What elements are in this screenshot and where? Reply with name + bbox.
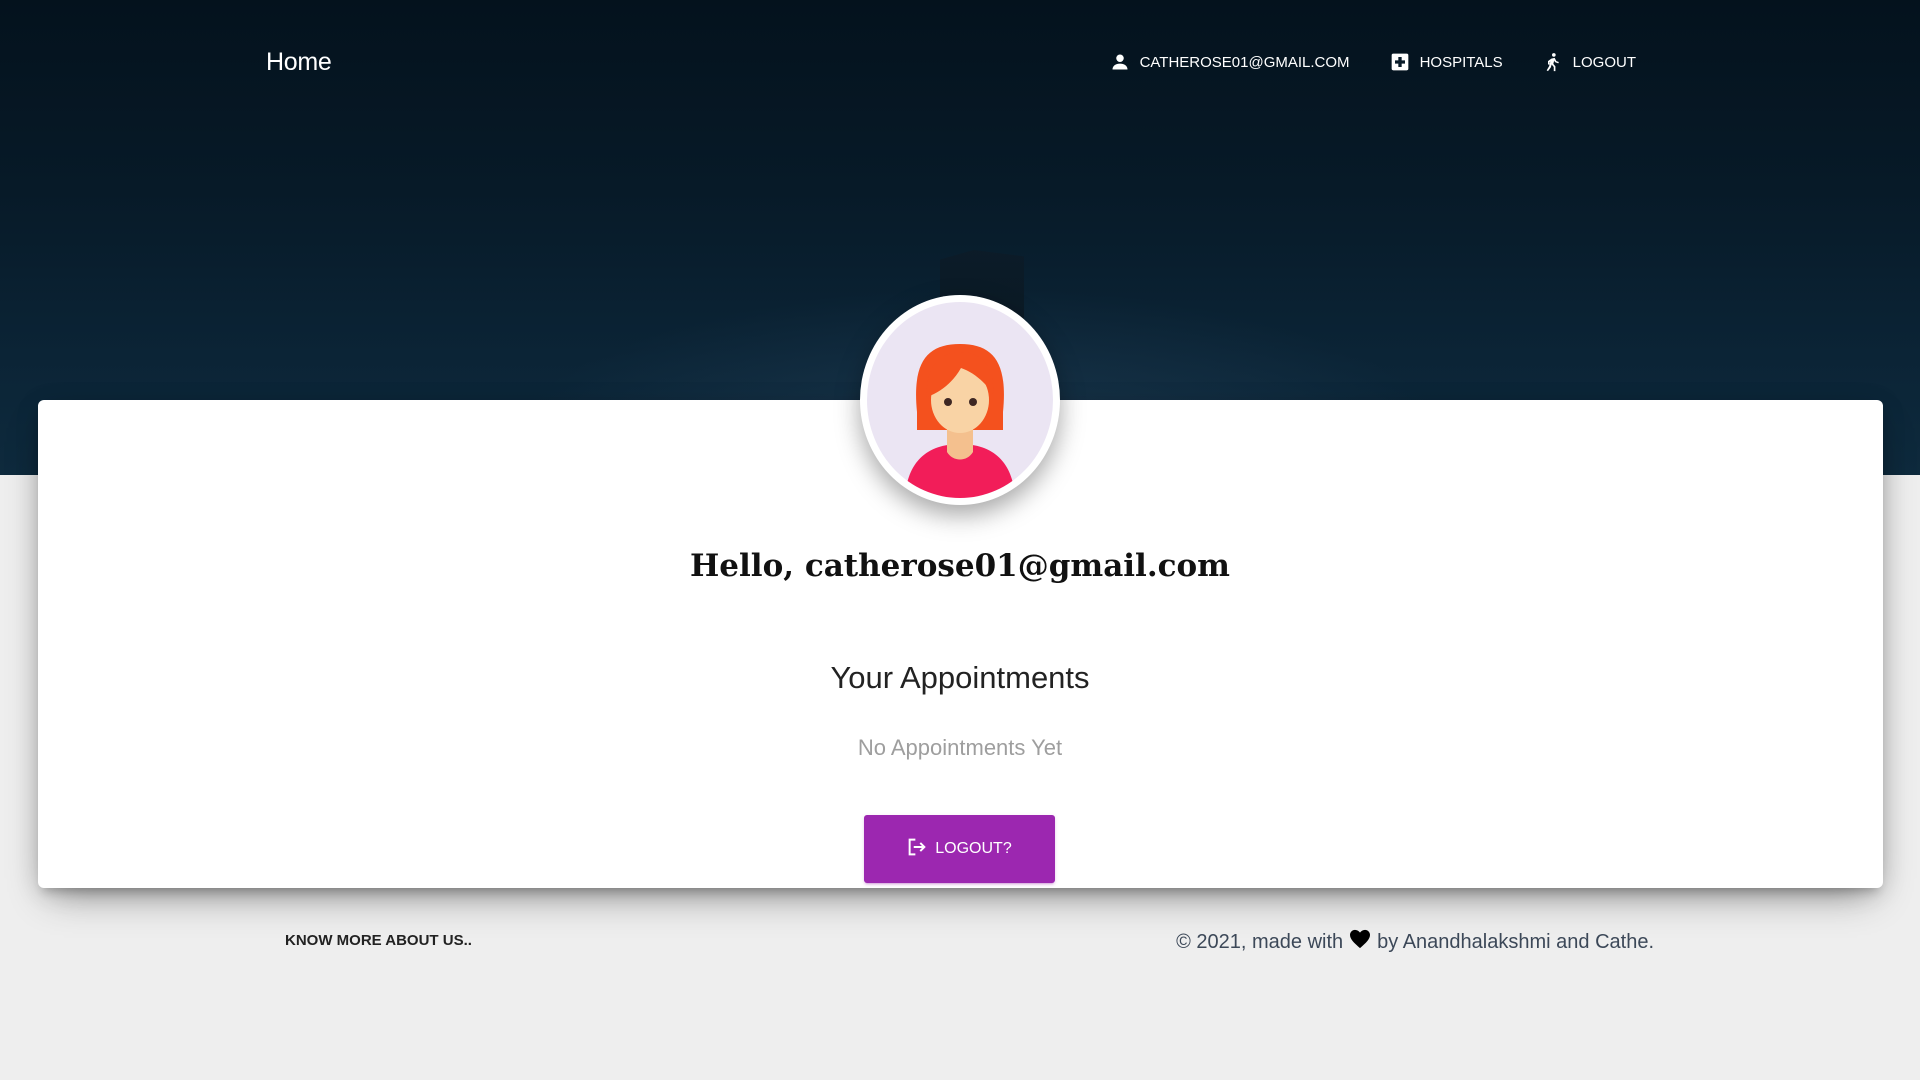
person-icon <box>1110 52 1130 72</box>
female-avatar-icon <box>867 302 1053 498</box>
nav-item-profile[interactable]: CATHEROSE01@GMAIL.COM <box>1110 52 1350 72</box>
appointments-title: Your Appointments <box>830 660 1090 695</box>
know-more-link[interactable]: KNOW MORE ABOUT US.. <box>285 932 472 949</box>
walking-person-icon <box>1543 50 1563 74</box>
nav-item-profile-label: CATHEROSE01@GMAIL.COM <box>1139 53 1350 71</box>
exit-icon <box>907 838 927 861</box>
top-navbar: Home CATHEROSE01@GMAIL.COM HOSPITALS LOG… <box>0 0 1920 124</box>
nav-links: CATHEROSE01@GMAIL.COM HOSPITALS LOGOUT <box>1110 50 1636 74</box>
hospital-plus-icon <box>1390 52 1410 72</box>
avatar <box>860 295 1060 505</box>
heart-icon <box>1349 929 1371 955</box>
logout-button[interactable]: LOGOUT? <box>864 815 1055 883</box>
nav-item-hospitals-label: HOSPITALS <box>1419 53 1503 71</box>
copyright-suffix: by Anandhalakshmi and Cathe. <box>1377 930 1654 953</box>
nav-item-logout-label: LOGOUT <box>1572 53 1636 71</box>
footer-copyright: © 2021, made with by Anandhalakshmi and … <box>1176 929 1654 955</box>
nav-item-hospitals[interactable]: HOSPITALS <box>1390 52 1503 72</box>
nav-home-link[interactable]: Home <box>266 48 332 77</box>
copyright-prefix: © 2021, made with <box>1176 930 1344 953</box>
greeting-heading: Hello, catherose01@gmail.com <box>690 548 1230 584</box>
appointments-empty-text: No Appointments Yet <box>857 735 1063 760</box>
logout-button-label: LOGOUT? <box>935 840 1012 857</box>
nav-item-logout[interactable]: LOGOUT <box>1543 50 1636 74</box>
